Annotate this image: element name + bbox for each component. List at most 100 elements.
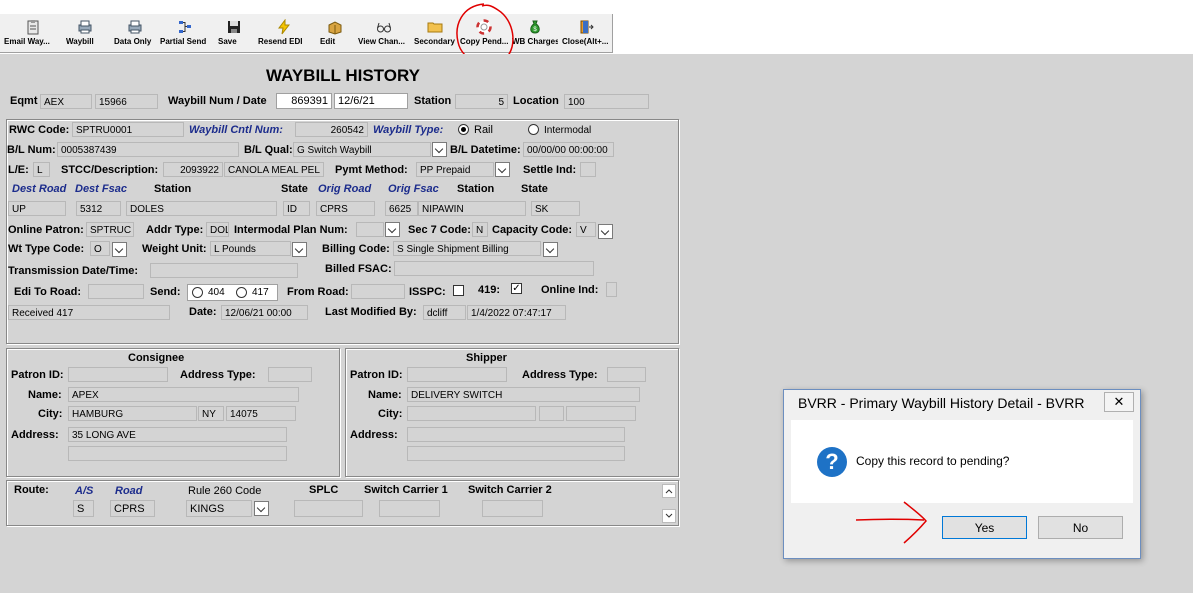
consignee-address2-field[interactable]	[68, 446, 287, 461]
online-ind-field[interactable]	[606, 282, 617, 297]
isspc-checkbox[interactable]	[453, 285, 464, 296]
data-only-button[interactable]: Data Only	[114, 16, 156, 50]
dest-station-field[interactable]: DOLES	[126, 201, 277, 216]
le-field[interactable]: L	[33, 162, 50, 177]
save-button[interactable]: Save	[218, 16, 250, 50]
route-scroll-down[interactable]	[662, 509, 676, 523]
waybill-print-button[interactable]: Waybill	[66, 16, 104, 50]
shipper-address-type-field[interactable]	[607, 367, 646, 382]
route-as-field[interactable]: S	[73, 500, 94, 517]
capacity-code-dropdown[interactable]	[598, 224, 613, 239]
route-sc2-field[interactable]	[482, 500, 543, 517]
rail-radio[interactable]	[458, 124, 469, 135]
bl-qual-dropdown[interactable]	[432, 142, 447, 157]
send-label: Send:	[150, 286, 181, 298]
dialog-close-button[interactable]: ✕	[1104, 392, 1134, 412]
billing-code-dropdown[interactable]	[543, 242, 558, 257]
weight-unit-field[interactable]: L Pounds	[210, 241, 291, 256]
consignee-city-field[interactable]: HAMBURG	[68, 406, 197, 421]
419-label: 419:	[478, 284, 501, 296]
shipper-address2-field[interactable]	[407, 446, 625, 461]
waybill-num-field[interactable]: 869391	[276, 93, 332, 109]
from-road-label: From Road:	[287, 286, 349, 298]
edi-to-road-field[interactable]	[88, 284, 144, 299]
date-field[interactable]: 12/06/21 00:00	[221, 305, 308, 320]
shipper-patron-id-field[interactable]	[407, 367, 507, 382]
route-rule260-field[interactable]: KINGS	[186, 500, 252, 517]
consignee-patron-id-field[interactable]	[68, 367, 168, 382]
eqmt-number-field[interactable]: 15966	[95, 94, 158, 109]
waybill-date-field[interactable]: 12/6/21	[334, 93, 408, 109]
bl-qual-field[interactable]: G Switch Waybill	[293, 142, 431, 157]
resend-edi-button[interactable]: Resend EDI	[258, 16, 310, 50]
route-road-field[interactable]: CPRS	[110, 500, 155, 517]
location-field[interactable]: 100	[564, 94, 649, 109]
route-splc-field[interactable]	[294, 500, 363, 517]
pymt-method-field[interactable]: PP Prepaid	[416, 162, 494, 177]
send-417-radio[interactable]	[236, 287, 247, 298]
capacity-code-field[interactable]: V	[576, 222, 596, 237]
rwc-code-field[interactable]: SPTRU0001	[72, 122, 184, 137]
secondary-button[interactable]: Secondary	[414, 16, 456, 50]
route-rule260-dropdown[interactable]	[254, 501, 269, 516]
transmission-datetime-field[interactable]	[150, 263, 298, 278]
weight-unit-dropdown[interactable]	[292, 242, 307, 257]
intermodal-radio[interactable]	[528, 124, 539, 135]
wt-type-field[interactable]: O	[90, 241, 110, 256]
dest-state-label: State	[281, 183, 308, 195]
send-404-radio[interactable]	[192, 287, 203, 298]
dest-state-field[interactable]: ID	[283, 201, 310, 216]
consignee-state-field[interactable]: NY	[198, 406, 224, 421]
bl-datetime-field[interactable]: 00/00/00 00:00:00	[523, 142, 614, 157]
billing-code-field[interactable]: S Single Shipment Billing	[393, 241, 541, 256]
route-sc2-label: Switch Carrier 2	[468, 484, 552, 496]
dest-road-field[interactable]: UP	[8, 201, 66, 216]
route-sc1-field[interactable]	[379, 500, 440, 517]
pymt-method-dropdown[interactable]	[495, 162, 510, 177]
orig-station-label: Station	[457, 183, 495, 195]
edit-button[interactable]: Edit	[320, 16, 350, 50]
consignee-address-type-field[interactable]	[268, 367, 312, 382]
view-changes-button[interactable]: View Chan...	[358, 16, 410, 50]
waybill-cntl-label: Waybill Cntl Num:	[189, 124, 283, 136]
dest-fsac-field[interactable]: 5312	[76, 201, 121, 216]
billed-fsac-field[interactable]	[394, 261, 594, 276]
settle-ind-field[interactable]	[580, 162, 596, 177]
route-sc1-label: Switch Carrier 1	[364, 484, 448, 496]
intermodal-plan-dropdown[interactable]	[385, 222, 400, 237]
419-checkbox[interactable]: ✓	[511, 283, 522, 294]
shipper-city-field[interactable]	[407, 406, 536, 421]
sec7-code-field[interactable]: N	[472, 222, 488, 237]
online-patron-field[interactable]: SPTRUC	[86, 222, 134, 237]
consignee-zip-field[interactable]: 14075	[226, 406, 296, 421]
yes-button[interactable]: Yes	[942, 516, 1027, 539]
bl-num-field[interactable]: 0005387439	[57, 142, 239, 157]
consignee-patron-id-label: Patron ID:	[11, 369, 64, 381]
orig-state-field[interactable]: SK	[531, 201, 580, 216]
no-button[interactable]: No	[1038, 516, 1123, 539]
intermodal-plan-field[interactable]	[356, 222, 384, 237]
billing-code-label: Billing Code:	[322, 243, 390, 255]
orig-station-field[interactable]: NIPAWIN	[418, 201, 526, 216]
station-field[interactable]: 5	[455, 94, 508, 109]
wt-type-dropdown[interactable]	[112, 242, 127, 257]
orig-road-field[interactable]: CPRS	[316, 201, 375, 216]
orig-fsac-field[interactable]: 6625	[385, 201, 418, 216]
consignee-address1-field[interactable]: 35 LONG AVE	[68, 427, 287, 442]
from-road-field[interactable]	[351, 284, 405, 299]
shipper-name-field[interactable]: DELIVERY SWITCH	[407, 387, 640, 402]
addr-type-field[interactable]: DOL	[206, 222, 229, 237]
eqmt-initial-field[interactable]: AEX	[40, 94, 92, 109]
stcc-code-field[interactable]: 2093922	[163, 162, 223, 177]
close-button[interactable]: Close(Alt+...	[562, 16, 610, 50]
route-scroll-up[interactable]	[662, 484, 676, 498]
partial-send-button[interactable]: Partial Send	[160, 16, 210, 50]
addr-type-label: Addr Type:	[146, 224, 204, 236]
consignee-name-field[interactable]: APEX	[68, 387, 299, 402]
stcc-desc-field[interactable]: CANOLA MEAL PEL	[224, 162, 324, 177]
email-waybill-button[interactable]: Email Way...	[4, 16, 62, 50]
shipper-address1-field[interactable]	[407, 427, 625, 442]
shipper-state-field[interactable]	[539, 406, 564, 421]
waybill-cntl-field[interactable]: 260542	[295, 122, 368, 137]
shipper-zip-field[interactable]	[566, 406, 636, 421]
